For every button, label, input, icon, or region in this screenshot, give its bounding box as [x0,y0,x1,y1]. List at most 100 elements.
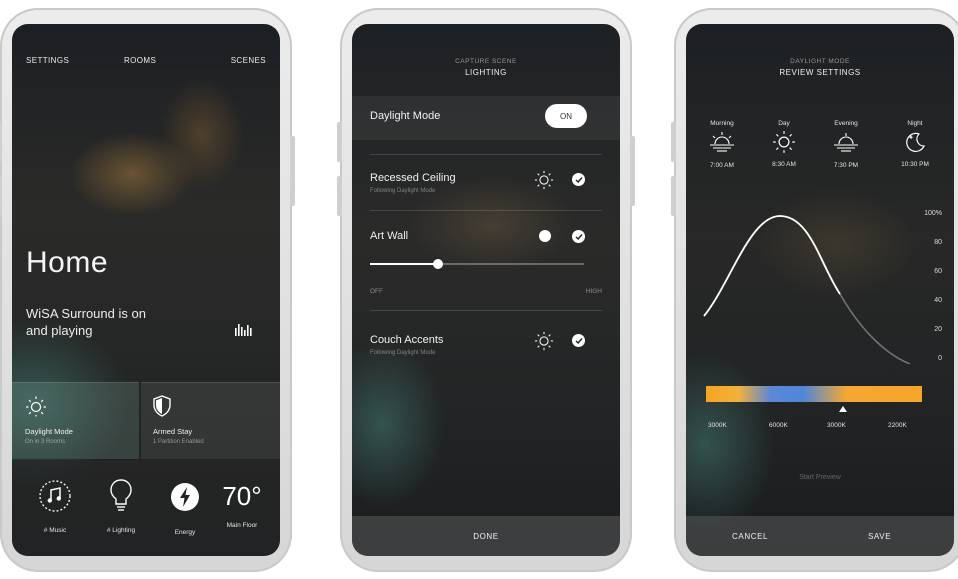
check-icon[interactable] [572,230,585,243]
phone-home: SETTINGS ROOMS SCENES Home WiSA Surround… [0,8,295,572]
period-time: 7:30 PM [833,162,859,169]
tile-daylight-label: Daylight Mode [25,427,73,436]
temp-label: 3000K [827,422,846,429]
axis-label: 100% [924,210,942,217]
save-button[interactable]: SAVE [868,532,891,541]
row-couch-label: Couch Accents [370,334,444,346]
header-small: CAPTURE SCENE [455,58,517,65]
header-title: REVIEW SETTINGS [779,68,861,77]
period-evening[interactable]: Evening 7:30 PM [824,120,868,169]
music-label: # Music [43,527,67,534]
period-name: Evening [834,120,858,127]
period-name: Morning [710,120,734,127]
done-bar[interactable]: DONE [352,516,620,556]
moon-icon [906,132,925,152]
main-floor-label: Main Floor [226,522,258,529]
toggle-label: ON [560,111,572,121]
nav-scenes[interactable]: SCENES [231,56,266,65]
page-title: Home [26,246,109,279]
done-button[interactable]: DONE [473,532,499,541]
tile-armed-sub: 1 Partition Enabled [153,439,204,445]
sun-icon[interactable] [534,331,554,356]
color-temperature-bar[interactable] [706,386,922,402]
axis-label: 60 [934,268,942,275]
row-artwall-label: Art Wall [370,230,409,242]
brightness-slider[interactable] [370,259,584,269]
lighting-label: # Lighting [106,527,136,534]
brightness-dot-icon [539,230,551,242]
axis-label: 40 [934,297,942,304]
thermostat-button[interactable]: 70° Main Floor [210,478,274,529]
energy-label: Energy [174,529,196,536]
side-button [0,122,2,162]
phone-review: DAYLIGHT MODE REVIEW SETTINGS Morning 7:… [671,8,958,572]
sun-icon [773,131,795,153]
tile-daylight-sub: On in 3 Rooms [25,439,66,445]
equalizer-icon[interactable] [235,322,255,341]
tile-armed-stay[interactable]: Armed Stay 1 Partition Enabled [141,382,280,459]
bolt-icon [171,483,199,511]
side-button [0,176,2,216]
axis-label: 80 [934,239,942,246]
period-morning[interactable]: Morning 7:00 AM [700,120,744,169]
header-title: LIGHTING [465,68,507,77]
music-icon [39,480,71,512]
period-night[interactable]: Night 10:30 PM [890,120,940,168]
sunset-icon [834,133,858,152]
temperature-value: 70° [222,481,262,511]
check-icon[interactable] [572,173,585,186]
daylight-toggle[interactable]: ON [545,104,587,128]
period-name: Night [907,120,923,127]
divider [370,210,602,211]
side-button [290,136,295,206]
check-icon[interactable] [572,334,585,347]
side-button [337,122,342,162]
slider-fill [370,263,439,265]
slider-min-label: OFF [370,288,383,295]
row-recessed-label: Recessed Ceiling [370,172,456,184]
header-small: DAYLIGHT MODE [790,58,850,65]
period-time: 10:30 PM [901,161,929,168]
sunrise-icon [710,132,734,152]
music-button[interactable]: # Music [30,478,80,534]
temp-label: 6000K [769,422,788,429]
lighting-screen: CAPTURE SCENE LIGHTING Daylight Mode ON … [352,24,620,556]
side-button [630,136,635,206]
row-couch-sub: Following Daylight Mode [370,350,436,356]
side-button [337,176,342,216]
audio-status[interactable]: WiSA Surround is on and playing [26,306,266,338]
side-button [671,122,676,162]
axis-label: 0 [938,355,942,362]
tile-armed-label: Armed Stay [153,427,193,436]
nav-rooms[interactable]: ROOMS [124,56,156,65]
cancel-button[interactable]: CANCEL [732,532,768,541]
lightbulb-icon [110,479,132,511]
slider-thumb[interactable] [433,259,444,269]
review-screen: DAYLIGHT MODE REVIEW SETTINGS Morning 7:… [686,24,954,556]
period-time: 7:00 AM [710,162,734,169]
shield-icon [153,395,171,422]
start-preview-link[interactable]: Start Preview [686,474,954,481]
period-day[interactable]: Day 8:30 AM [762,120,806,168]
temp-label: 3000K [708,422,727,429]
audio-status-line2: and playing [26,323,93,338]
sun-icon [25,395,47,422]
side-button [671,176,676,216]
tile-daylight-mode[interactable]: Daylight Mode On in 3 Rooms [12,382,139,459]
slider-max-label: HIGH [585,288,602,295]
audio-status-line1: WiSA Surround is on [26,306,146,321]
energy-button[interactable]: Energy [160,482,210,536]
action-bar [686,516,954,556]
period-name: Day [778,120,790,127]
lighting-button[interactable]: # Lighting [96,478,146,534]
phone-lighting: CAPTURE SCENE LIGHTING Daylight Mode ON … [337,8,635,572]
row-recessed-sub: Following Daylight Mode [370,188,436,194]
marker-triangle-icon[interactable] [839,406,847,412]
divider [370,154,602,155]
home-screen: SETTINGS ROOMS SCENES Home WiSA Surround… [12,24,280,556]
nav-settings[interactable]: SETTINGS [26,56,69,65]
daylight-curve [703,215,911,364]
divider [370,310,602,311]
daylight-mode-label: Daylight Mode [370,110,441,122]
sun-icon[interactable] [534,170,554,195]
